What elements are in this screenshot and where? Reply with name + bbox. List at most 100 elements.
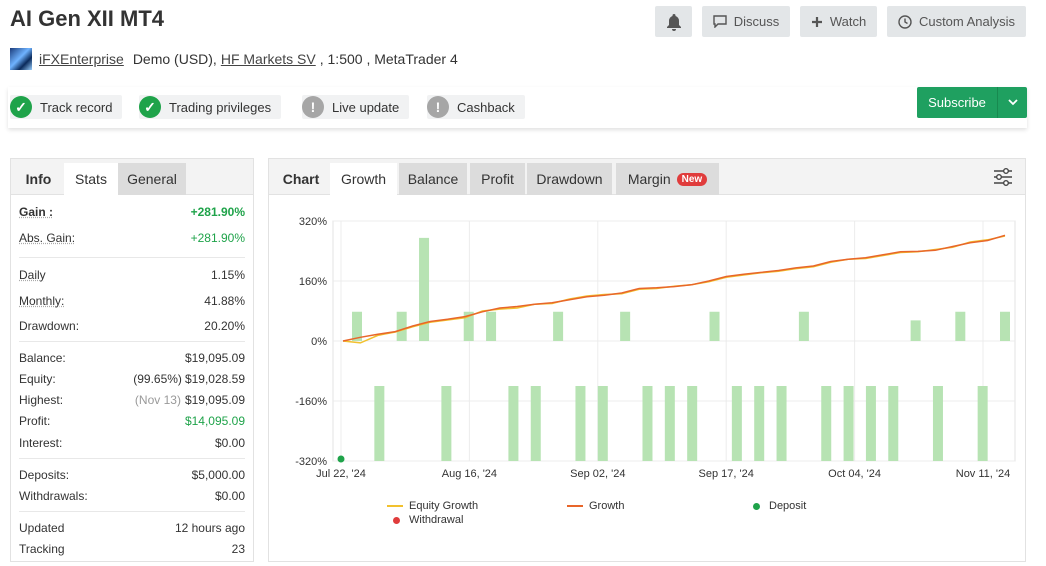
stat-daily: Daily 1.15% (19, 268, 245, 282)
chart-bar (977, 386, 988, 461)
tab-margin[interactable]: Margin New (616, 163, 719, 195)
check-icon: ✓ (139, 96, 161, 118)
badge-live-update: ! Live update (302, 95, 410, 119)
watch-button[interactable]: Watch (800, 6, 877, 37)
check-icon: ✓ (10, 96, 32, 118)
growth-line (342, 234, 1006, 342)
x-tick-label: Sep 17, '24 (699, 468, 754, 480)
chart-tabs: Chart Growth Balance Profit Drawdown Mar… (269, 159, 1025, 195)
chart-bar (955, 311, 966, 341)
x-tick-label: Jul 22, '24 (316, 468, 366, 480)
badge-track-record: ✓ Track record (10, 95, 123, 119)
badge-cashback: ! Cashback (427, 95, 525, 119)
stat-deposits: Deposits: $5,000.00 (19, 468, 245, 482)
badge-label: Track record (40, 99, 113, 115)
discuss-label: Discuss (733, 14, 780, 29)
leverage-platform: , 1:500 , MetaTrader 4 (319, 51, 458, 67)
divider (19, 511, 245, 512)
stat-balance: Balance: $19,095.09 (19, 351, 245, 365)
chart-bar (553, 311, 564, 341)
chart-bar (396, 311, 407, 341)
exclamation-icon: ! (427, 96, 449, 118)
stat-monthly: Monthly: 41.88% (19, 294, 245, 308)
account-info: iFXEnterprise Demo (USD), HF Markets SV … (10, 48, 458, 70)
tab-general[interactable]: General (118, 163, 186, 195)
chart-bar (843, 386, 854, 461)
stat-gain: Gain : +281.90% (19, 205, 245, 219)
chart-bar (597, 386, 608, 461)
y-tick-label: -160% (295, 396, 327, 408)
tab-margin-label: Margin (627, 171, 671, 187)
legend-equity-growth[interactable]: Equity Growth (387, 500, 478, 512)
custom-analysis-button[interactable]: Custom Analysis (887, 6, 1026, 37)
comment-icon (713, 15, 727, 28)
divider (19, 341, 245, 342)
chart-bar (642, 386, 653, 461)
tab-stats[interactable]: Stats (64, 163, 118, 195)
chart-bar (486, 311, 497, 341)
discuss-button[interactable]: Discuss (702, 6, 790, 37)
chart-bar (910, 320, 921, 341)
chart-panel: Chart Growth Balance Profit Drawdown Mar… (268, 158, 1026, 562)
divider (19, 257, 245, 258)
x-tick-label: Aug 16, '24 (442, 468, 497, 480)
settings-sliders-icon[interactable] (993, 168, 1013, 189)
chart-bar (508, 386, 519, 461)
legend-growth[interactable]: Growth (567, 500, 624, 512)
tab-drawdown[interactable]: Drawdown (527, 163, 612, 195)
subscribe-button[interactable]: Subscribe (917, 87, 1027, 118)
stat-tracking: Tracking 23 (19, 542, 245, 556)
divider (19, 458, 245, 459)
chart-bar (687, 386, 698, 461)
badge-label: Cashback (457, 99, 515, 115)
y-tick-label: 160% (299, 276, 327, 288)
chart-bar (441, 386, 452, 461)
subscribe-label: Subscribe (928, 95, 986, 110)
chart-bar (620, 311, 631, 341)
y-tick-label: -320% (295, 456, 327, 468)
plus-icon (811, 16, 822, 27)
chart-bar (888, 386, 899, 461)
chart-bar (1000, 311, 1010, 341)
stat-profit: Profit: $14,095.09 (19, 414, 245, 428)
chevron-down-icon[interactable] (997, 87, 1027, 118)
chart-bar (530, 386, 541, 461)
stats-tabs: Info Stats General (11, 159, 253, 195)
stat-interest: Interest: $0.00 (19, 436, 245, 450)
tab-growth[interactable]: Growth (330, 163, 397, 195)
avatar (10, 48, 32, 70)
watch-label: Watch (829, 14, 867, 29)
chart-bar (821, 386, 832, 461)
stat-abs-gain: Abs. Gain: +281.90% (19, 231, 245, 245)
legend-withdrawal[interactable]: Withdrawal (390, 514, 463, 526)
bell-icon (666, 13, 681, 31)
badge-trading-privileges: ✓ Trading privileges (139, 95, 282, 119)
deposit-marker (337, 455, 345, 463)
badge-label: Live update (332, 99, 400, 115)
y-tick-label: 0% (311, 336, 327, 348)
growth-chart: 320% 160% 0% -160% -320%Jul 22, '24 Aug 16, '… (295, 216, 1016, 480)
tab-info[interactable]: Info (13, 163, 64, 195)
notify-button[interactable] (655, 6, 692, 37)
chart-bar (731, 386, 742, 461)
tab-balance[interactable]: Balance (399, 163, 467, 195)
x-tick-label: Oct 04, '24 (828, 468, 881, 480)
stat-equity: Equity: (99.65%) $19,028.59 (19, 372, 245, 386)
stat-withdrawals: Withdrawals: $0.00 (19, 489, 245, 503)
tab-profit[interactable]: Profit (470, 163, 525, 195)
chart-bar (754, 386, 765, 461)
badge-label: Trading privileges (169, 99, 272, 115)
chart-bar (374, 386, 385, 461)
broker-link[interactable]: HF Markets SV (221, 51, 316, 67)
chart-bar (575, 386, 586, 461)
legend-deposit[interactable]: Deposit (750, 500, 806, 512)
chart-bar (865, 386, 876, 461)
stat-drawdown: Drawdown: 20.20% (19, 319, 245, 333)
stats-panel: Info Stats General Gain : +281.90% Abs. … (10, 158, 254, 562)
tab-chart[interactable]: Chart (273, 163, 329, 195)
clock-icon (898, 14, 912, 29)
status-bar: ✓ Track record ✓ Trading privileges ! Li… (8, 87, 1027, 128)
chart-bar (932, 386, 943, 461)
chart-bar (798, 311, 809, 341)
owner-link[interactable]: iFXEnterprise (39, 51, 124, 67)
